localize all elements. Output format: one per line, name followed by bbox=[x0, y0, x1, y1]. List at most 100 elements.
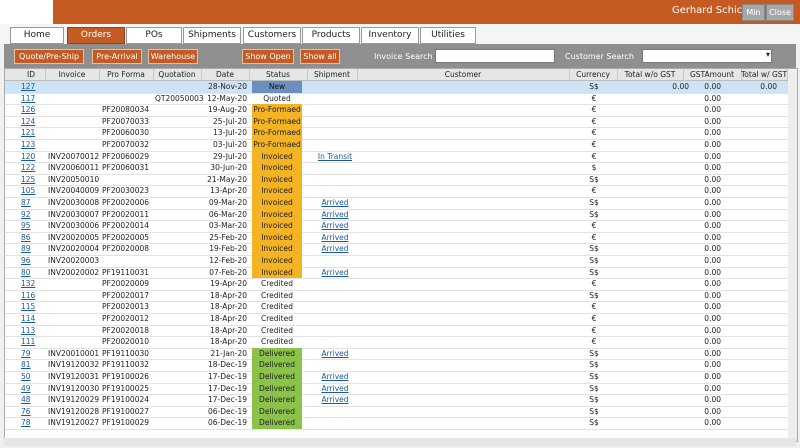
col-gst-amount[interactable]: GSTAmount bbox=[683, 69, 742, 80]
col-customer[interactable]: Customer bbox=[357, 69, 570, 80]
row-id-link[interactable]: 80 bbox=[21, 267, 45, 279]
row-shipment-link[interactable] bbox=[310, 116, 360, 128]
row-id-link[interactable]: 117 bbox=[21, 93, 45, 105]
row-id-link[interactable]: 115 bbox=[21, 301, 45, 313]
row-shipment-link[interactable] bbox=[310, 127, 360, 139]
row-id-link[interactable]: 116 bbox=[21, 290, 45, 302]
show-all-button[interactable]: Show all bbox=[300, 49, 340, 64]
col-status[interactable]: Status bbox=[249, 69, 308, 80]
row-shipment-link[interactable] bbox=[310, 359, 360, 371]
row-shipment-link[interactable] bbox=[310, 325, 360, 337]
row-shipment-link[interactable]: Arrived bbox=[310, 383, 360, 395]
row-shipment-link[interactable]: Arrived bbox=[310, 232, 360, 244]
row-id-link[interactable]: 78 bbox=[21, 417, 45, 429]
show-open-button[interactable]: Show Open bbox=[242, 49, 294, 64]
tab-customers[interactable]: Customers bbox=[243, 27, 301, 44]
warehouse-button[interactable]: Warehouse bbox=[148, 49, 198, 64]
row-id-link[interactable]: 127 bbox=[21, 81, 45, 93]
row-shipment-link[interactable] bbox=[310, 406, 360, 418]
col-total-wo-gst[interactable]: Total w/o GST bbox=[617, 69, 684, 80]
row-id-link[interactable]: 89 bbox=[21, 243, 45, 255]
close-button[interactable]: Close bbox=[766, 4, 794, 21]
col-currency[interactable]: Currency bbox=[569, 69, 618, 80]
row-shipment-link[interactable]: Arrived bbox=[310, 267, 360, 279]
row-shipment-link[interactable]: Arrived bbox=[310, 394, 360, 406]
vertical-scrollbar[interactable] bbox=[788, 69, 797, 441]
row-pro-forma: PF20020011 bbox=[102, 209, 150, 219]
tab-inventory[interactable]: Inventory bbox=[361, 27, 419, 44]
row-id-link[interactable]: 122 bbox=[21, 162, 45, 174]
col-pro-forma[interactable]: Pro Forma bbox=[99, 69, 154, 80]
row-id-link[interactable]: 111 bbox=[21, 336, 45, 348]
row-shipment-link[interactable] bbox=[310, 93, 360, 105]
row-shipment-link[interactable]: Arrived bbox=[310, 371, 360, 383]
row-total-w-gst bbox=[743, 336, 777, 348]
row-id-link[interactable]: 95 bbox=[21, 220, 45, 232]
horizontal-scrollbar[interactable] bbox=[4, 438, 796, 446]
row-gst-amount: 0.00 bbox=[704, 406, 721, 416]
row-shipment-link[interactable]: Arrived bbox=[310, 243, 360, 255]
row-id-link[interactable]: 125 bbox=[21, 174, 45, 186]
row-shipment-link[interactable] bbox=[310, 255, 360, 267]
tab-products[interactable]: Products bbox=[302, 27, 360, 44]
tab-orders[interactable]: Orders bbox=[67, 27, 125, 44]
tab-home[interactable]: Home bbox=[10, 27, 64, 44]
row-currency: € bbox=[591, 325, 597, 335]
row-id-link[interactable]: 92 bbox=[21, 209, 45, 221]
tab-shipments[interactable]: Shipments bbox=[183, 27, 241, 44]
row-id-link[interactable]: 120 bbox=[21, 151, 45, 163]
row-shipment-link[interactable] bbox=[310, 290, 360, 302]
row-id-link[interactable]: 87 bbox=[21, 197, 45, 209]
row-id-link[interactable]: 86 bbox=[21, 232, 45, 244]
quote-preship-button[interactable]: Quote/Pre-Ship bbox=[14, 49, 84, 64]
row-id-link[interactable]: 49 bbox=[21, 383, 45, 395]
tab-pos[interactable]: POs bbox=[126, 27, 182, 44]
row-id-link[interactable]: 105 bbox=[21, 185, 45, 197]
col-invoice[interactable]: Invoice bbox=[45, 69, 100, 80]
pre-arrival-button[interactable]: Pre-Arrival bbox=[92, 49, 142, 64]
row-id-link[interactable]: 121 bbox=[21, 127, 45, 139]
row-id-link[interactable]: 126 bbox=[21, 104, 45, 116]
customer-search-dropdown[interactable]: ▾ bbox=[642, 49, 772, 63]
row-shipment-link[interactable] bbox=[310, 301, 360, 313]
row-shipment-link[interactable] bbox=[310, 278, 360, 290]
row-shipment-link[interactable] bbox=[310, 139, 360, 151]
tab-utilities[interactable]: Utilities bbox=[420, 27, 476, 44]
row-shipment-link[interactable]: Arrived bbox=[310, 209, 360, 221]
row-shipment-link[interactable]: Arrived bbox=[310, 197, 360, 209]
row-shipment-link[interactable] bbox=[310, 104, 360, 116]
minimize-button[interactable]: Min bbox=[742, 4, 765, 21]
row-id-link[interactable]: 132 bbox=[21, 278, 45, 290]
row-customer bbox=[360, 336, 570, 348]
row-id-link[interactable]: 79 bbox=[21, 348, 45, 360]
table-row[interactable]: 78 INV19120027 PF19100029 06-Dec-19 Delivere… bbox=[5, 417, 797, 430]
chevron-down-icon[interactable]: ▾ bbox=[766, 50, 770, 59]
row-shipment-link[interactable]: In Transit bbox=[310, 151, 360, 163]
col-shipment[interactable]: Shipment bbox=[307, 69, 358, 80]
row-id-link[interactable]: 96 bbox=[21, 255, 45, 267]
row-shipment-link[interactable] bbox=[310, 313, 360, 325]
row-shipment-link[interactable] bbox=[310, 417, 360, 429]
row-shipment-link[interactable] bbox=[310, 336, 360, 348]
col-total-w-gst[interactable]: Total w/ GST bbox=[741, 69, 788, 80]
row-id-link[interactable]: 50 bbox=[21, 371, 45, 383]
row-id-link[interactable]: 124 bbox=[21, 116, 45, 128]
row-shipment-link[interactable] bbox=[310, 185, 360, 197]
col-date[interactable]: Date bbox=[201, 69, 250, 80]
col-id[interactable]: ID bbox=[17, 69, 46, 80]
row-shipment-link[interactable] bbox=[310, 81, 360, 93]
row-shipment-link[interactable]: Arrived bbox=[310, 348, 360, 360]
row-id-link[interactable]: 48 bbox=[21, 394, 45, 406]
row-shipment-link[interactable]: Arrived bbox=[310, 220, 360, 232]
row-id-link[interactable]: 123 bbox=[21, 139, 45, 151]
col-quotation[interactable]: Quotation bbox=[153, 69, 202, 80]
row-id-link[interactable]: 113 bbox=[21, 325, 45, 337]
row-invoice: INV19120029 bbox=[48, 395, 100, 405]
row-date: 19-Aug-20 bbox=[208, 105, 247, 115]
row-id-link[interactable]: 76 bbox=[21, 406, 45, 418]
invoice-search-input[interactable] bbox=[435, 49, 555, 63]
row-shipment-link[interactable] bbox=[310, 162, 360, 174]
row-id-link[interactable]: 114 bbox=[21, 313, 45, 325]
row-id-link[interactable]: 81 bbox=[21, 359, 45, 371]
row-shipment-link[interactable] bbox=[310, 174, 360, 186]
